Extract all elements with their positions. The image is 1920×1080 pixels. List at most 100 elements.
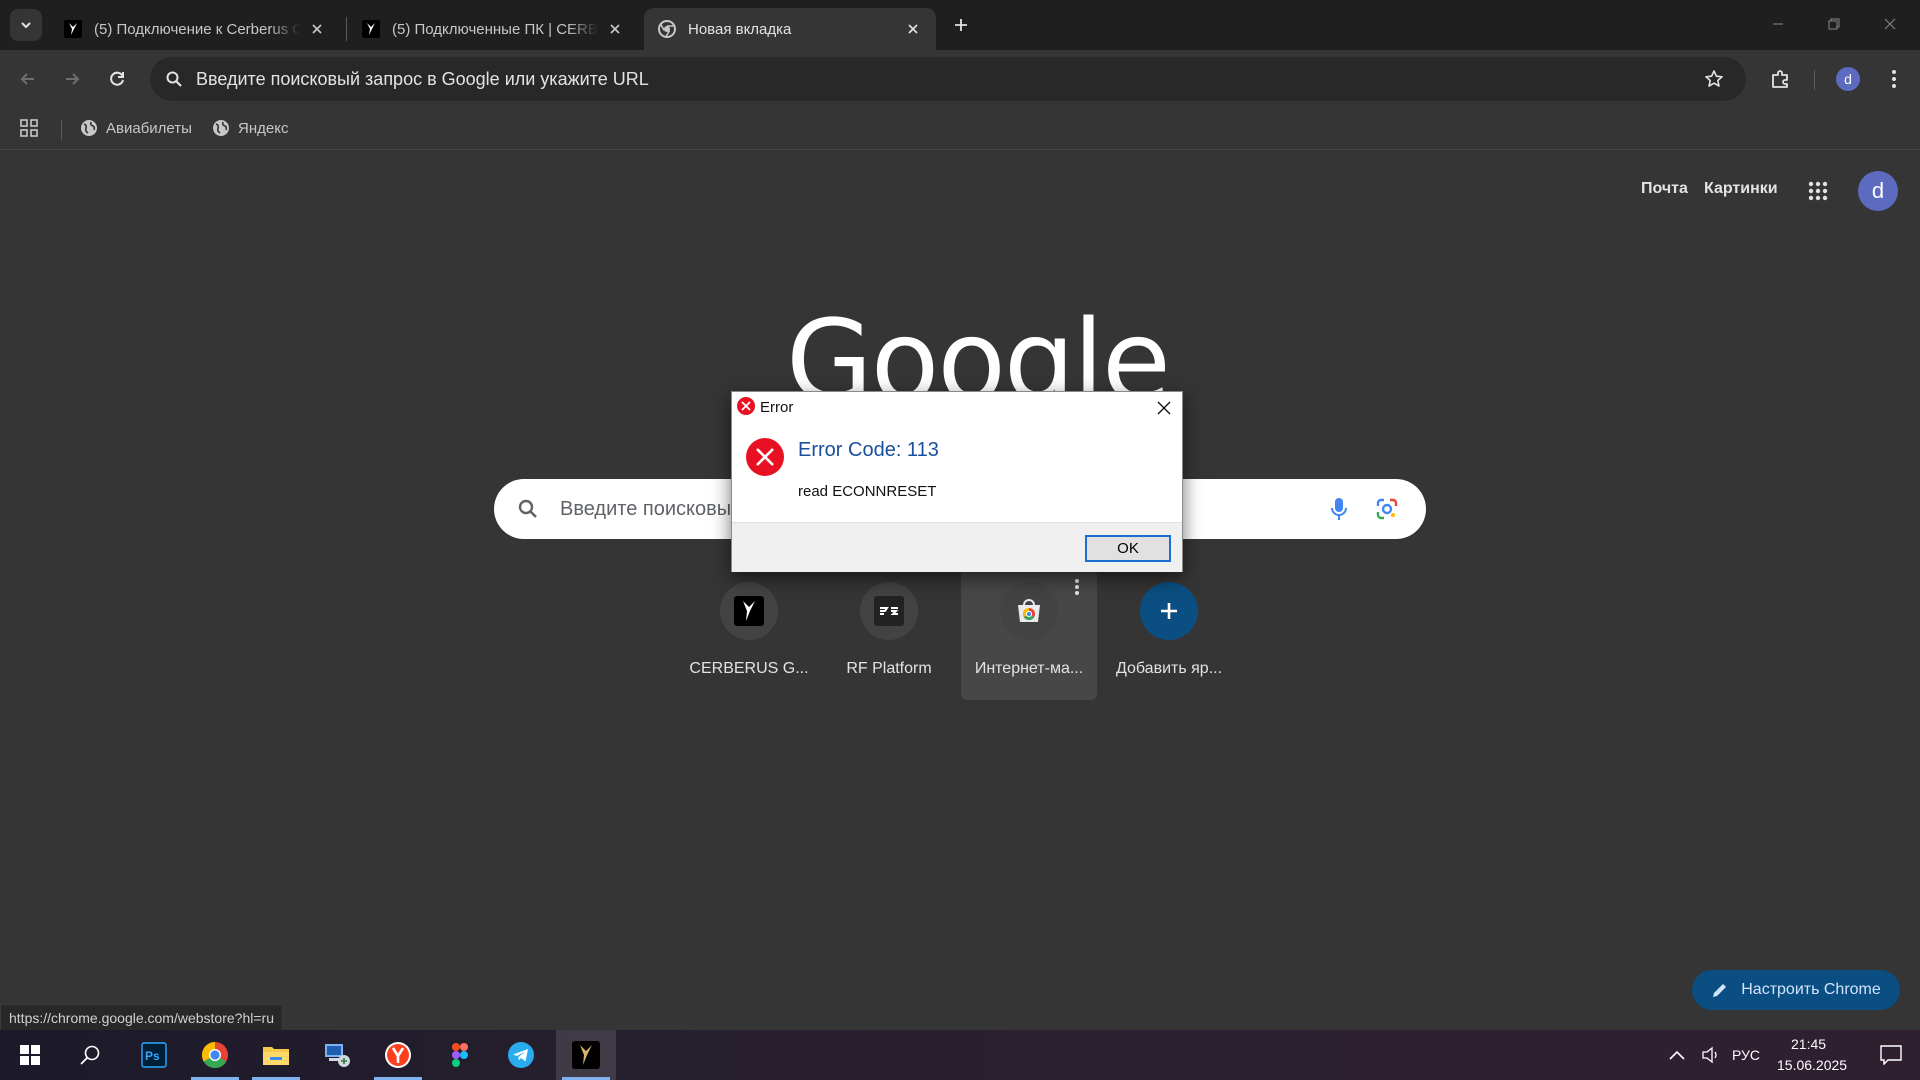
taskbar-yandex-browser[interactable] bbox=[368, 1030, 428, 1080]
arrow-left-icon bbox=[20, 73, 34, 85]
google-apps-button[interactable] bbox=[1800, 176, 1836, 206]
bookmark-yandex[interactable]: Яндекс bbox=[212, 113, 288, 143]
google-lens-icon[interactable] bbox=[1372, 494, 1402, 524]
tab-title: (5) Подключение к Cerberus GPU bbox=[94, 20, 300, 38]
bookmark-label: Авиабилеты bbox=[106, 119, 192, 137]
chevron-up-icon bbox=[1669, 1050, 1685, 1060]
tab-title: (5) Подключенные ПК | CERBERUS bbox=[392, 20, 598, 38]
bookmarks-bar: Авиабилеты Яндекс bbox=[0, 108, 1920, 150]
pencil-icon bbox=[1713, 984, 1727, 997]
search-icon bbox=[80, 1045, 100, 1065]
dialog-title: Error bbox=[760, 399, 794, 416]
dialog-close-button[interactable] bbox=[1150, 396, 1178, 420]
notifications-button[interactable] bbox=[1862, 1030, 1920, 1080]
gmail-link[interactable]: Почта bbox=[1641, 180, 1688, 198]
error-heading: Error Code: 113 bbox=[798, 439, 939, 461]
new-tab-button[interactable] bbox=[948, 12, 974, 38]
ok-button[interactable]: OK bbox=[1085, 535, 1171, 562]
chevron-down-icon bbox=[21, 22, 31, 29]
clock-time[interactable]: 21:45 bbox=[1791, 1036, 1826, 1052]
photoshop-icon: Ps bbox=[141, 1042, 167, 1068]
google-apps-grid-icon bbox=[1808, 181, 1828, 201]
tab-search-button[interactable] bbox=[10, 9, 42, 41]
close-icon[interactable] bbox=[308, 20, 326, 38]
taskbar-chrome[interactable] bbox=[185, 1030, 245, 1080]
tray-overflow-button[interactable] bbox=[1660, 1030, 1694, 1080]
reload-button[interactable] bbox=[101, 63, 133, 95]
chrome-icon bbox=[201, 1041, 228, 1069]
cerberus-icon bbox=[64, 20, 82, 38]
profile-avatar[interactable]: d bbox=[1836, 67, 1860, 91]
address-input[interactable] bbox=[196, 68, 1694, 90]
tab-cerberus-connect[interactable]: (5) Подключение к Cerberus GPU bbox=[50, 8, 340, 50]
globe-icon bbox=[81, 120, 97, 136]
shortcut-cerberus[interactable]: CERBERUS G... bbox=[681, 570, 817, 700]
rf-platform-icon bbox=[874, 596, 904, 626]
toolbar-separator bbox=[1814, 70, 1815, 90]
volume-button[interactable] bbox=[1694, 1030, 1728, 1080]
minimize-button[interactable] bbox=[1750, 0, 1806, 48]
taskbar-figma[interactable] bbox=[430, 1030, 490, 1080]
input-language[interactable]: РУС bbox=[1732, 1047, 1760, 1063]
shortcut-label: Добавить яр... bbox=[1115, 660, 1223, 677]
kebab-menu-icon[interactable] bbox=[1071, 576, 1083, 598]
shortcut-tile bbox=[1000, 582, 1058, 640]
bookmarks-separator bbox=[61, 120, 62, 140]
plus-icon bbox=[1161, 603, 1177, 619]
svg-text:Ps: Ps bbox=[145, 1049, 160, 1063]
forward-button[interactable] bbox=[56, 63, 88, 95]
bookmark-label: Яндекс bbox=[238, 119, 289, 137]
shortcut-label: CERBERUS G... bbox=[689, 660, 809, 677]
telegram-icon bbox=[508, 1042, 534, 1068]
status-bubble: https://chrome.google.com/webstore?hl=ru bbox=[0, 1004, 283, 1032]
start-icon bbox=[20, 1045, 40, 1065]
browser-toolbar: d bbox=[0, 50, 1920, 108]
voice-search-icon[interactable] bbox=[1324, 494, 1354, 524]
taskbar-file-explorer[interactable] bbox=[246, 1030, 306, 1080]
notification-icon bbox=[1880, 1045, 1902, 1065]
apps-shortcut-button[interactable] bbox=[20, 113, 38, 143]
taskbar-photoshop[interactable]: Ps bbox=[124, 1030, 184, 1080]
clock-date[interactable]: 15.06.2025 bbox=[1777, 1057, 1847, 1073]
reload-icon bbox=[110, 71, 124, 86]
back-button[interactable] bbox=[12, 63, 44, 95]
address-bar[interactable] bbox=[150, 57, 1746, 101]
taskbar-network-computer[interactable] bbox=[307, 1030, 367, 1080]
taskbar-telegram[interactable] bbox=[491, 1030, 551, 1080]
bookmark-aviabilety[interactable]: Авиабилеты bbox=[80, 113, 192, 143]
start-button[interactable] bbox=[0, 1030, 60, 1080]
shortcut-rf-platform[interactable]: RF Platform bbox=[821, 570, 957, 700]
tab-new-tab[interactable]: Новая вкладка bbox=[644, 8, 936, 50]
shortcut-tile bbox=[1140, 582, 1198, 640]
speaker-icon bbox=[1702, 1046, 1717, 1064]
shortcut-label: RF Platform bbox=[846, 660, 932, 677]
restore-icon bbox=[1828, 18, 1840, 30]
tab-separator bbox=[346, 17, 347, 41]
shortcut-add[interactable]: Добавить яр... bbox=[1101, 570, 1237, 700]
tab-title: Новая вкладка bbox=[688, 20, 792, 38]
chrome-menu-button[interactable] bbox=[1878, 63, 1910, 95]
error-icon bbox=[737, 397, 755, 415]
minimize-icon bbox=[1773, 23, 1783, 25]
images-link[interactable]: Картинки bbox=[1704, 180, 1778, 198]
restore-button[interactable] bbox=[1806, 0, 1862, 48]
error-dialog: Error Error Code: 113 read ECONNRESET OK bbox=[731, 391, 1183, 572]
google-account-avatar[interactable]: d bbox=[1858, 171, 1898, 211]
yandex-browser-icon bbox=[385, 1042, 411, 1068]
tab-strip: (5) Подключение к Cerberus GPU (5) Подкл… bbox=[0, 0, 1920, 50]
shortcut-webstore[interactable]: Интернет-ма... bbox=[961, 570, 1097, 700]
shortcut-tile bbox=[720, 582, 778, 640]
close-window-button[interactable] bbox=[1862, 0, 1918, 48]
close-icon bbox=[1884, 18, 1896, 30]
cerberus-icon bbox=[572, 1041, 600, 1069]
network-computer-icon bbox=[325, 1044, 350, 1067]
taskbar-search-button[interactable] bbox=[60, 1030, 120, 1080]
customize-chrome-button[interactable]: Настроить Chrome bbox=[1692, 970, 1900, 1010]
close-icon[interactable] bbox=[606, 20, 624, 38]
taskbar-cerberus[interactable] bbox=[556, 1030, 616, 1080]
bookmark-star-icon[interactable] bbox=[1694, 59, 1734, 99]
tab-connected-pcs[interactable]: (5) Подключенные ПК | CERBERUS bbox=[348, 8, 638, 50]
close-icon[interactable] bbox=[904, 20, 922, 38]
extensions-button[interactable] bbox=[1765, 63, 1797, 95]
cerberus-icon bbox=[734, 596, 764, 626]
